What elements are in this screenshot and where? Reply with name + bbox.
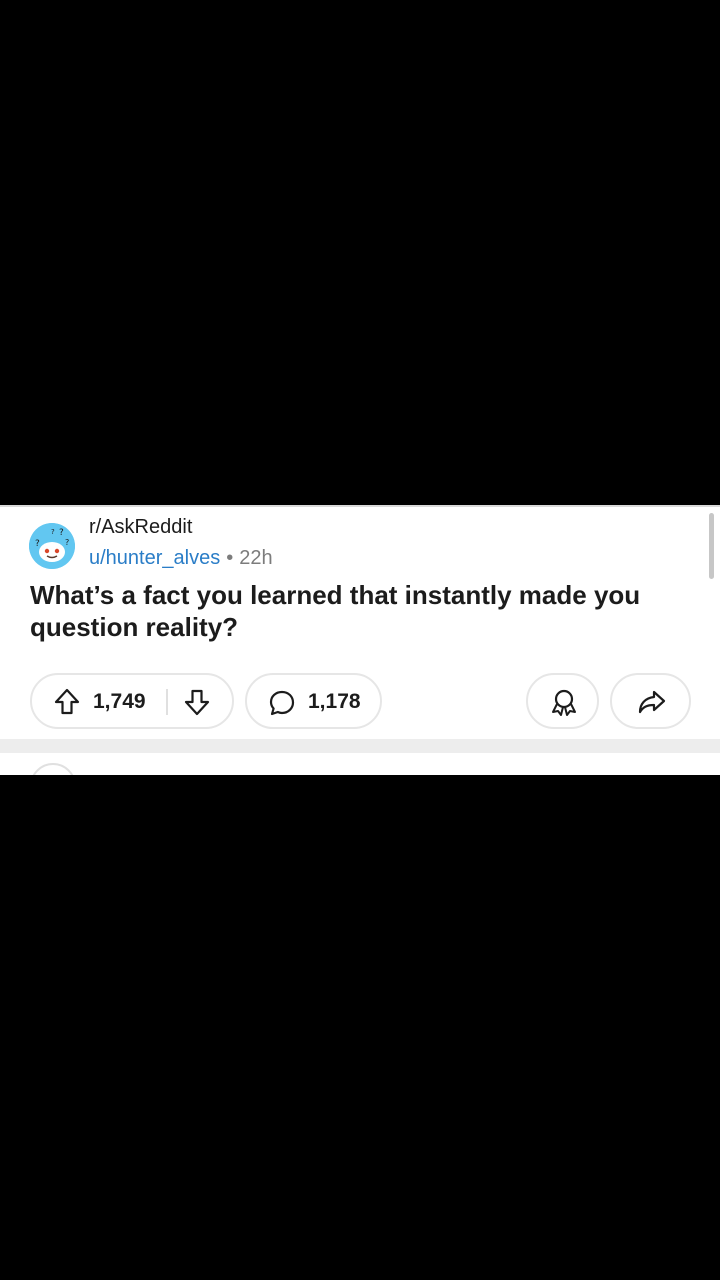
svg-text:?: ? xyxy=(65,538,69,547)
vote-bar: 1,749 xyxy=(30,673,234,729)
letterbox-top xyxy=(0,0,720,505)
svg-text:?: ? xyxy=(59,528,64,538)
upvote-arrow-icon[interactable] xyxy=(54,688,80,716)
next-post-avatar xyxy=(30,763,76,775)
share-button[interactable] xyxy=(610,673,691,729)
award-button[interactable] xyxy=(526,673,599,729)
scrollbar[interactable] xyxy=(709,513,714,579)
subreddit-avatar-icon[interactable]: ? ? ? ? xyxy=(29,523,75,569)
post-card[interactable]: ? ? ? ? r/AskReddit u/hunter_alves • 22h W… xyxy=(0,505,720,775)
meta-separator: • xyxy=(226,547,234,569)
post-title[interactable]: What’s a fact you learned that instantly… xyxy=(30,579,700,643)
svg-text:?: ? xyxy=(35,539,40,549)
downvote-arrow-icon[interactable] xyxy=(184,688,210,716)
subreddit-name[interactable]: r/AskReddit xyxy=(89,515,192,539)
comments-button[interactable]: 1,178 xyxy=(245,673,382,729)
post-meta: u/hunter_alves • 22h xyxy=(89,546,273,570)
comment-count: 1,178 xyxy=(308,690,361,713)
author-link[interactable]: u/hunter_alves xyxy=(89,547,220,569)
post-age: 22h xyxy=(239,547,273,569)
vote-divider xyxy=(166,689,168,715)
card-top-border xyxy=(0,505,720,507)
feed-separator xyxy=(0,739,720,753)
share-arrow-icon xyxy=(637,689,667,715)
upvote-count: 1,749 xyxy=(93,690,146,713)
letterbox-bottom xyxy=(0,775,720,1280)
comment-bubble-icon xyxy=(268,689,296,717)
award-icon xyxy=(549,687,579,717)
svg-text:?: ? xyxy=(51,528,55,536)
